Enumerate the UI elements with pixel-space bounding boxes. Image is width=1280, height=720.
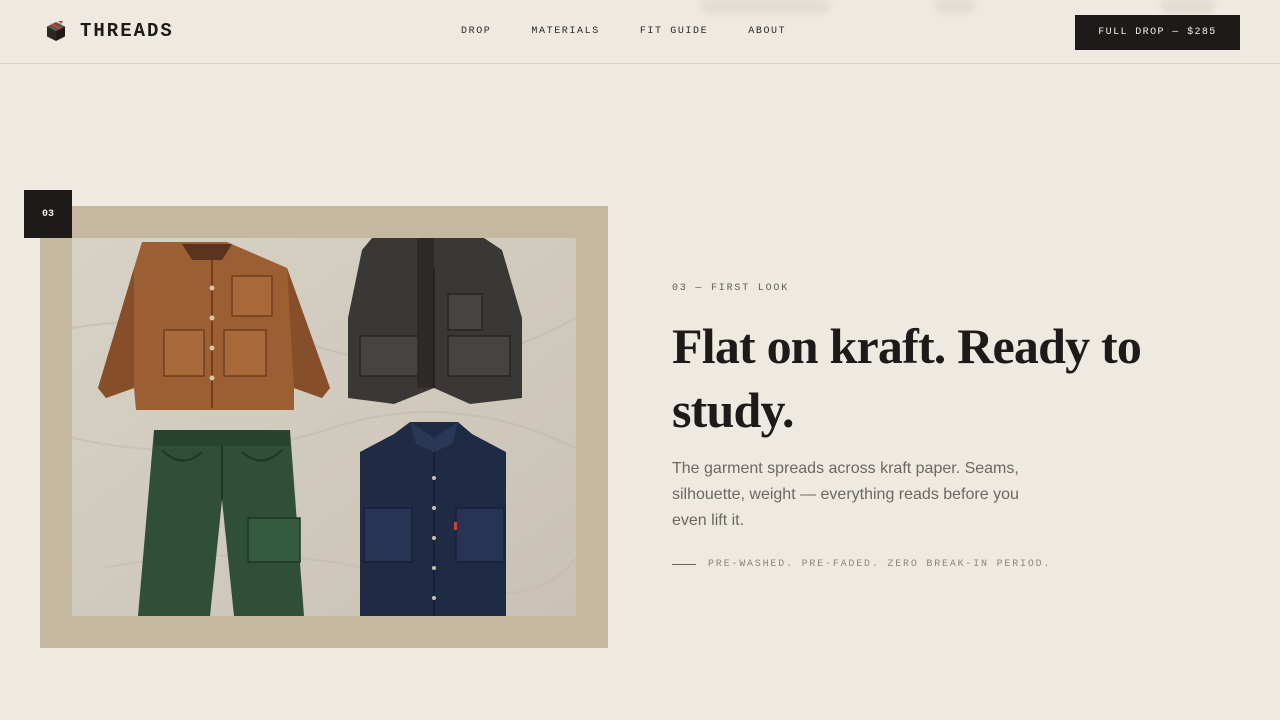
brand-name: THREADS <box>80 20 174 42</box>
note-text: PRE-WASHED. PRE-FADED. ZERO BREAK-IN PER… <box>708 559 1052 570</box>
brand-logo[interactable]: THREADS <box>44 19 174 43</box>
box-icon <box>44 19 68 43</box>
nav-item-fit-guide[interactable]: FIT GUIDE <box>640 26 708 37</box>
kraft-frame <box>40 206 608 648</box>
full-drop-button[interactable]: FULL DROP — $285 <box>1075 15 1240 50</box>
nav-item-drop[interactable]: DROP <box>461 26 491 37</box>
top-navigation-bar: THREADS DROP MATERIALS FIT GUIDE ABOUT F… <box>0 0 1280 64</box>
main-nav: DROP MATERIALS FIT GUIDE ABOUT <box>461 26 786 37</box>
section-note: PRE-WASHED. PRE-FADED. ZERO BREAK-IN PER… <box>672 559 1051 570</box>
section-number-badge: 03 <box>24 190 72 238</box>
nav-item-about[interactable]: ABOUT <box>748 26 786 37</box>
blurred-background-shape <box>935 0 975 14</box>
section-body-text: The garment spreads across kraft paper. … <box>672 460 1019 529</box>
section-headline: Flat on kraft. Ready to study. <box>672 318 1142 438</box>
garment-flatlay-image <box>71 238 577 616</box>
nav-item-materials[interactable]: MATERIALS <box>531 26 599 37</box>
blurred-background-shape <box>700 0 830 14</box>
charcoal-vest <box>348 238 522 404</box>
denim-shirt <box>360 422 506 616</box>
section-eyebrow: 03 — FIRST LOOK <box>672 283 790 294</box>
blurred-background-shape <box>1160 0 1215 14</box>
note-divider-line <box>672 564 696 565</box>
